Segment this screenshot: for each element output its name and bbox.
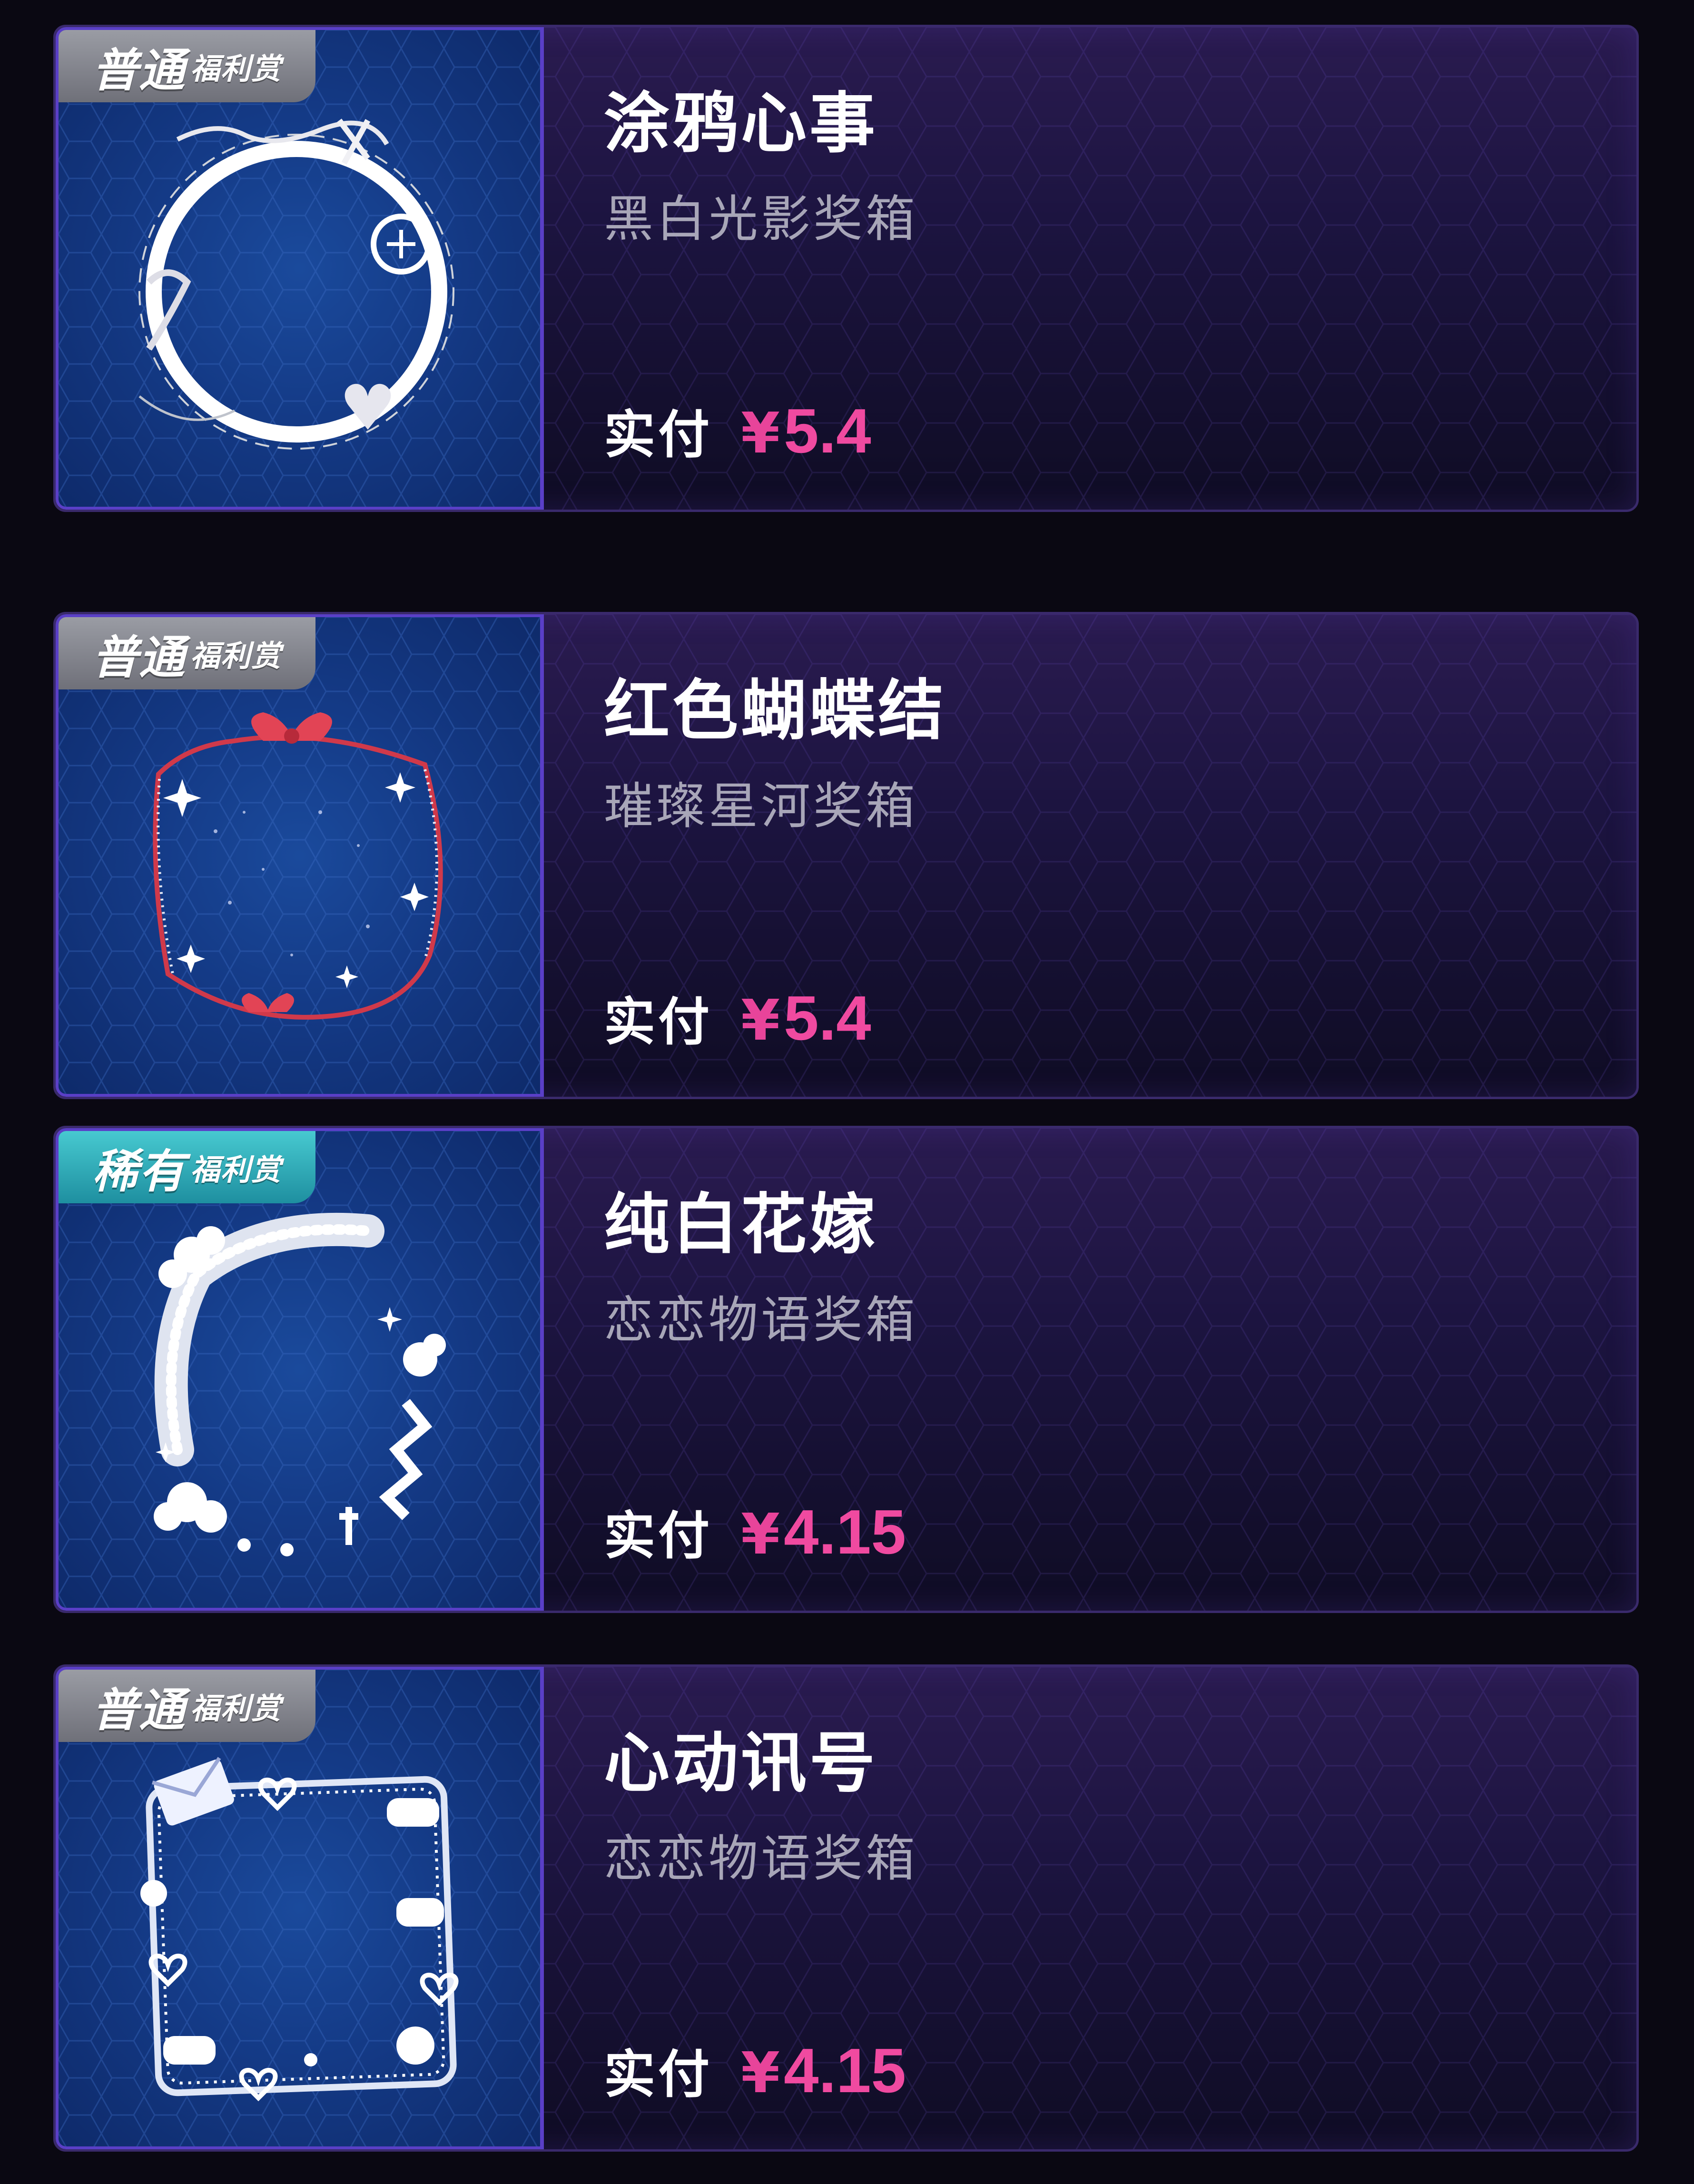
- currency-symbol: ¥: [741, 1501, 780, 1567]
- tier-badge: 普通 福利赏: [59, 617, 315, 689]
- prize-title: 涂鸦心事: [604, 85, 878, 162]
- prize-info: 涂鸦心事 黑白光影奖箱 实付 ¥ 5.4: [604, 27, 1636, 510]
- prize-card[interactable]: 普通 福利赏: [53, 612, 1639, 1099]
- price-amount: 4.15: [784, 2036, 906, 2105]
- price-label: 实付: [604, 405, 713, 465]
- price-row: 实付 ¥ 4.15: [604, 2033, 906, 2107]
- badge-main-label: 普通: [92, 43, 186, 97]
- currency-symbol: ¥: [741, 987, 780, 1053]
- badge-sub-label: 福利赏: [190, 1691, 282, 1726]
- prize-info: 心动讯号 恋恋物语奖箱 实付 ¥ 4.15: [604, 1667, 1636, 2149]
- prize-box-name: 恋恋物语奖箱: [604, 1291, 918, 1349]
- badge-main-label: 普通: [92, 1683, 186, 1737]
- price-label: 实付: [604, 993, 713, 1052]
- red-ribbon-frame-icon: [153, 712, 443, 1020]
- prize-card[interactable]: 稀有 福利赏 纯白花嫁 恋恋物语奖箱 实付 ¥ 4.15: [53, 1126, 1639, 1613]
- prize-thumbnail: 普通 福利赏: [56, 614, 544, 1097]
- badge-main-label: 普通: [92, 630, 186, 684]
- prize-title: 心动讯号: [604, 1725, 878, 1801]
- price-amount: 5.4: [784, 396, 871, 466]
- prize-thumbnail: 普通 福利赏: [56, 27, 544, 510]
- prize-info: 红色蝴蝶结 璀璨星河奖箱 实付 ¥ 5.4: [604, 614, 1636, 1097]
- price-label: 实付: [604, 1506, 713, 1566]
- prize-box-name: 璀璨星河奖箱: [604, 777, 918, 835]
- white-flower-frame-icon: [154, 1212, 446, 1556]
- price-row: 实付 ¥ 4.15: [604, 1495, 906, 1569]
- price-row: 实付 ¥ 5.4: [604, 981, 871, 1055]
- prize-thumbnail: 稀有 福利赏: [56, 1128, 544, 1611]
- prize-box-name: 黑白光影奖箱: [604, 190, 918, 248]
- prize-card[interactable]: 普通 福利赏: [53, 1664, 1639, 2152]
- currency-symbol: ¥: [741, 400, 780, 466]
- price-row: 实付 ¥ 5.4: [604, 394, 871, 468]
- prize-card[interactable]: 普通 福利赏 涂鸦心事 黑白光影奖箱 实付 ¥ 5.4: [53, 25, 1639, 512]
- prize-list: 普通 福利赏 涂鸦心事 黑白光影奖箱 实付 ¥ 5.4 普通 福利赏 红色蝴蝶结…: [0, 0, 1694, 2184]
- badge-main-label: 稀有: [92, 1144, 186, 1198]
- graffiti-ring-frame-icon: [138, 118, 454, 450]
- prize-info: 纯白花嫁 恋恋物语奖箱 实付 ¥ 4.15: [604, 1128, 1636, 1611]
- tier-badge: 普通 福利赏: [59, 30, 315, 102]
- badge-sub-label: 福利赏: [190, 639, 282, 673]
- price-amount: 4.15: [784, 1497, 906, 1567]
- badge-sub-label: 福利赏: [190, 1152, 282, 1187]
- prize-box-name: 恋恋物语奖箱: [604, 1830, 918, 1888]
- prize-title: 红色蝴蝶结: [604, 672, 947, 749]
- price-label: 实付: [604, 2045, 713, 2105]
- price-amount: 5.4: [784, 983, 871, 1053]
- badge-sub-label: 福利赏: [190, 51, 282, 86]
- prize-thumbnail: 普通 福利赏: [56, 1667, 544, 2149]
- tier-badge: 普通 福利赏: [59, 1670, 315, 1742]
- heart-signal-frame-icon: [140, 1757, 459, 2102]
- currency-symbol: ¥: [741, 2040, 780, 2105]
- tier-badge: 稀有 福利赏: [59, 1131, 315, 1203]
- prize-title: 纯白花嫁: [604, 1186, 878, 1263]
